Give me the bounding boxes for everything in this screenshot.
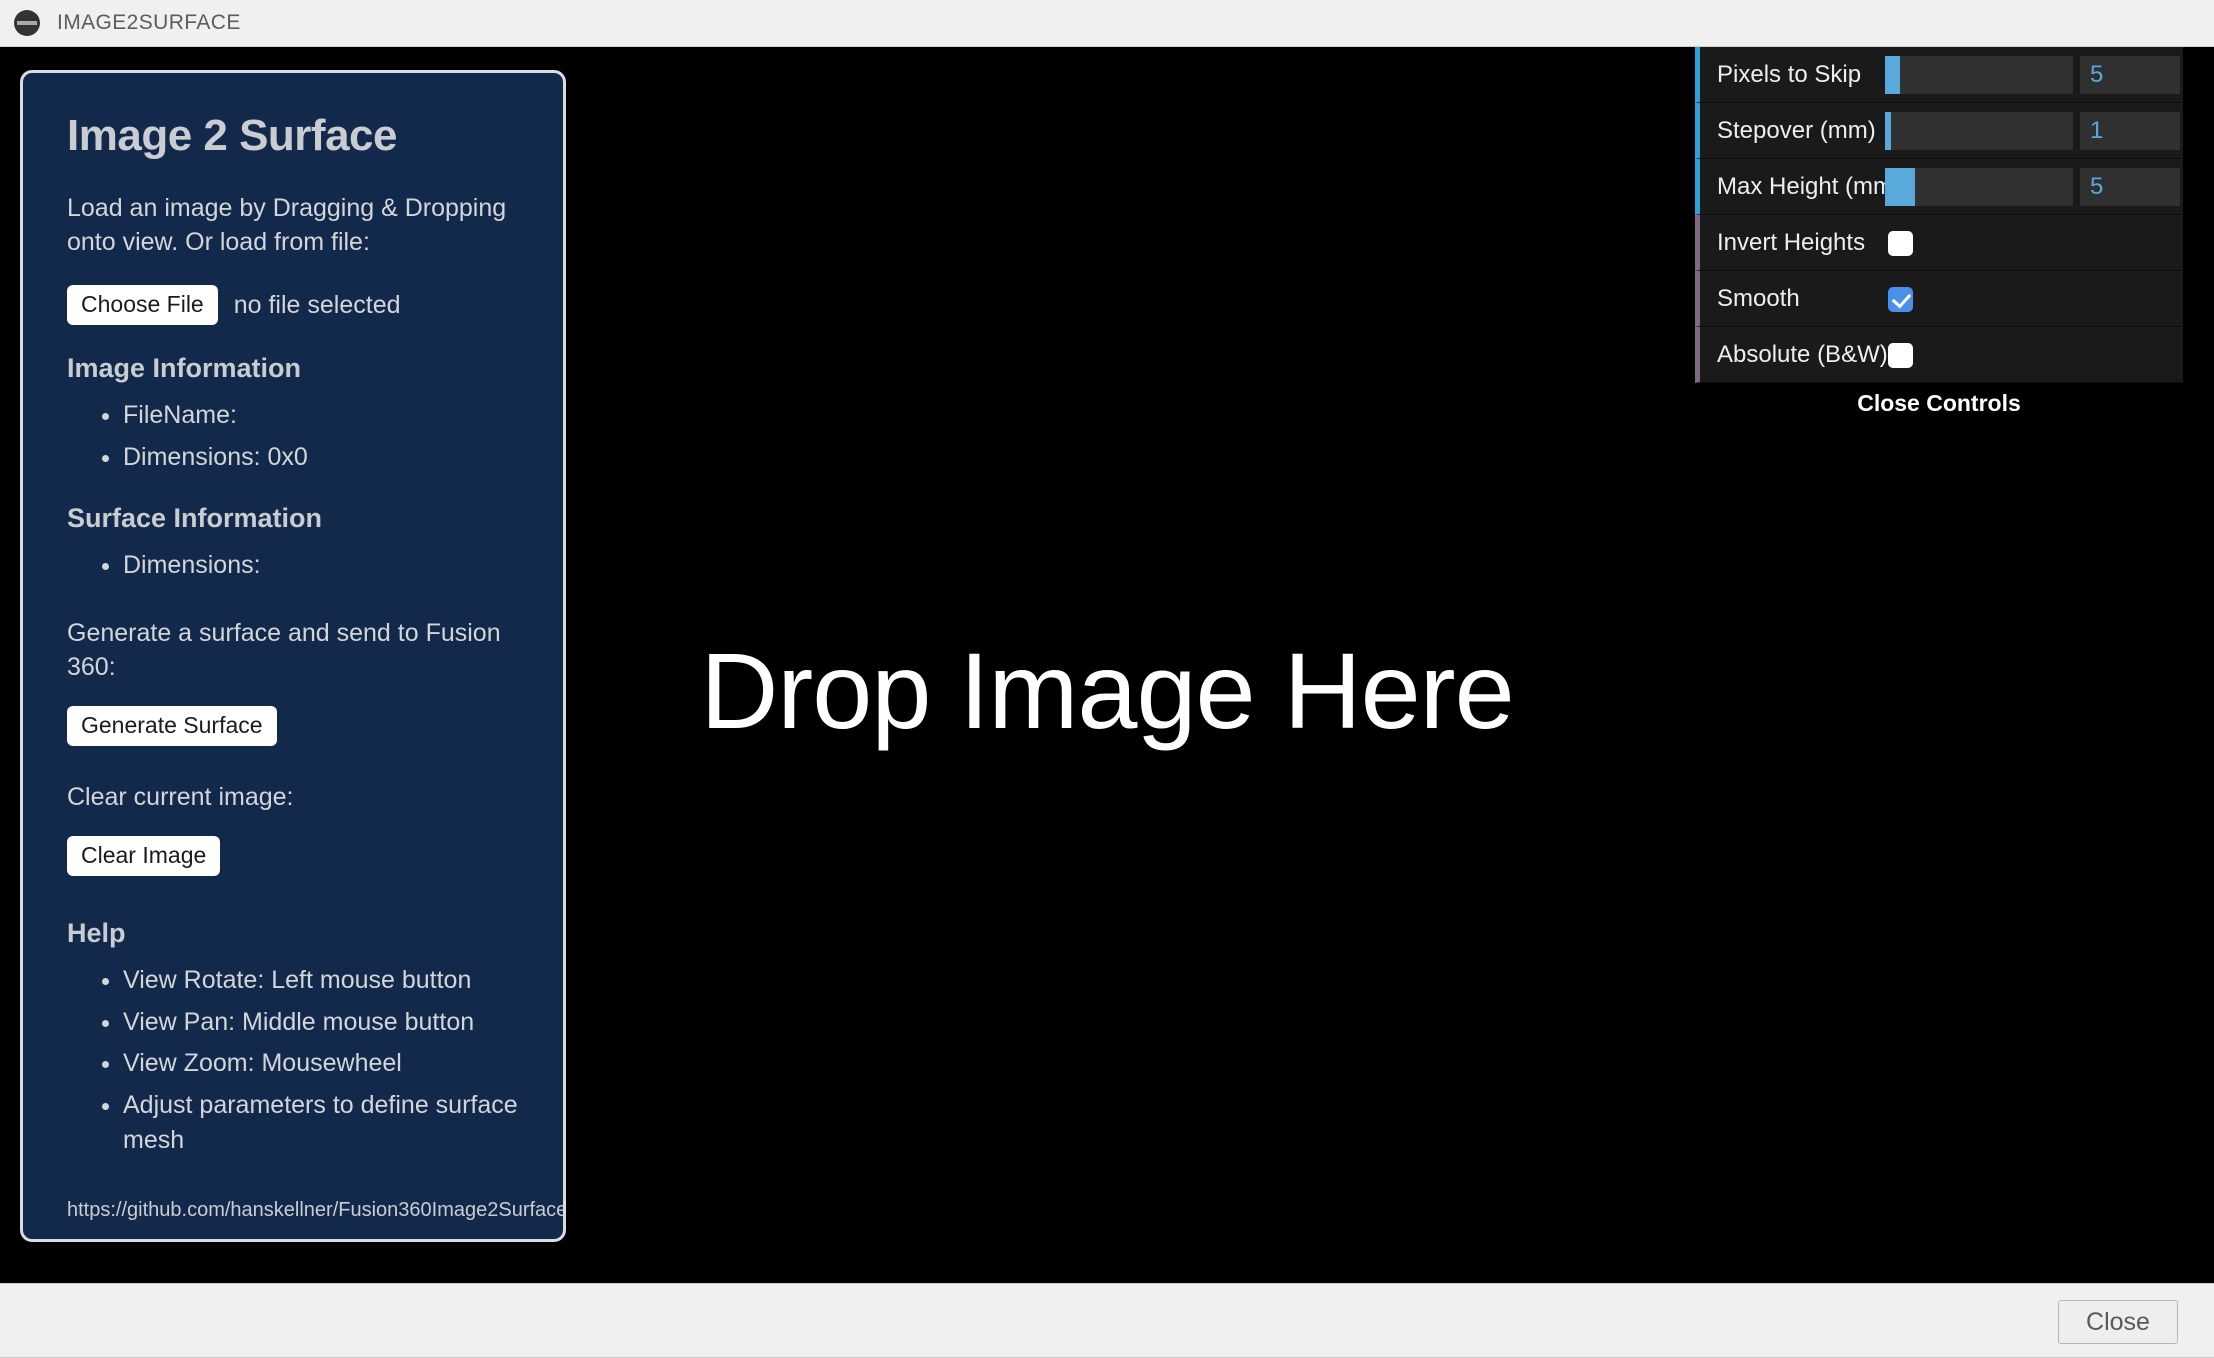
clear-label: Clear current image: — [67, 783, 294, 812]
checkbox-absolute-bw[interactable] — [1888, 343, 1913, 368]
help-heading: Help — [67, 918, 126, 949]
close-button[interactable]: Close — [2058, 1300, 2178, 1344]
panel-title: Image 2 Surface — [67, 111, 398, 160]
value-stepover[interactable]: 1 — [2080, 112, 2180, 150]
checkbox-invert-heights[interactable] — [1888, 231, 1913, 256]
list-item: View Rotate: Left mouse button — [123, 963, 519, 999]
slider-max-height[interactable] — [1885, 168, 2073, 206]
application-window: IMAGE2SURFACE Drop Image Here Image 2 Su… — [0, 0, 2214, 1358]
project-url[interactable]: https://github.com/hanskellner/Fusion360… — [67, 1199, 563, 1222]
control-row-stepover[interactable]: Stepover (mm) 1 — [1695, 103, 2183, 159]
control-label: Invert Heights — [1717, 229, 1866, 256]
minimize-circle-icon — [14, 10, 40, 36]
list-item: View Zoom: Mousewheel — [123, 1046, 519, 1082]
value-max-height[interactable]: 5 — [2080, 168, 2180, 206]
file-input-row[interactable]: Choose File no file selected — [67, 285, 519, 326]
control-row-pixels-to-skip[interactable]: Pixels to Skip 5 — [1695, 47, 2183, 103]
surface-information-heading: Surface Information — [67, 503, 323, 534]
help-list: View Rotate: Left mouse button View Pan:… — [123, 963, 519, 1159]
clear-button-row: Clear Image — [67, 836, 519, 877]
list-item: Adjust parameters to define surface mesh — [123, 1088, 519, 1159]
control-label: Pixels to Skip — [1717, 61, 1862, 88]
control-row-smooth[interactable]: Smooth — [1695, 271, 2183, 327]
control-row-max-height[interactable]: Max Height (mm 5 — [1695, 159, 2183, 215]
close-controls-button[interactable]: Close Controls — [1695, 383, 2183, 423]
checkbox-smooth[interactable] — [1888, 287, 1913, 312]
slider-stepover[interactable] — [1885, 112, 2073, 150]
title-bar: IMAGE2SURFACE — [0, 0, 2214, 47]
image-information-heading: Image Information — [67, 353, 302, 384]
slider-pixels-to-skip[interactable] — [1885, 56, 2073, 94]
control-label: Smooth — [1717, 285, 1800, 312]
generate-button-row: Generate Surface — [67, 705, 519, 747]
control-label: Max Height (mm — [1717, 173, 1894, 200]
choose-file-button[interactable]: Choose File — [67, 285, 218, 326]
control-row-absolute-bw[interactable]: Absolute (B&W) — [1695, 327, 2183, 383]
list-item: FileName: — [123, 398, 519, 434]
control-row-invert-heights[interactable]: Invert Heights — [1695, 215, 2183, 271]
slider-fill — [1885, 168, 1916, 206]
control-label: Stepover (mm) — [1717, 117, 1876, 144]
clear-image-button[interactable]: Clear Image — [67, 836, 221, 877]
controls-panel: Pixels to Skip 5 Stepover (mm) 1 Max Hei… — [1695, 47, 2183, 423]
list-item: Dimensions: 0x0 — [123, 440, 519, 476]
window-title: IMAGE2SURFACE — [57, 11, 241, 34]
info-panel: Image 2 Surface Load an image by Draggin… — [20, 70, 566, 1242]
file-status-text: no file selected — [233, 290, 401, 319]
image-information-list: FileName: Dimensions: 0x0 — [123, 398, 519, 475]
slider-fill — [1885, 112, 1891, 150]
value-pixels-to-skip[interactable]: 5 — [2080, 56, 2180, 94]
list-item: View Pan: Middle mouse button — [123, 1005, 519, 1041]
slider-fill — [1885, 56, 1901, 94]
generate-label: Generate a surface and send to Fusion 36… — [67, 618, 501, 681]
list-item: Dimensions: — [123, 548, 519, 584]
surface-information-list: Dimensions: — [123, 548, 519, 584]
control-label: Absolute (B&W) — [1717, 341, 1888, 368]
bottom-bar: Close — [0, 1283, 2214, 1358]
load-instructions: Load an image by Dragging & Dropping ont… — [67, 194, 507, 256]
generate-surface-button[interactable]: Generate Surface — [67, 705, 277, 747]
